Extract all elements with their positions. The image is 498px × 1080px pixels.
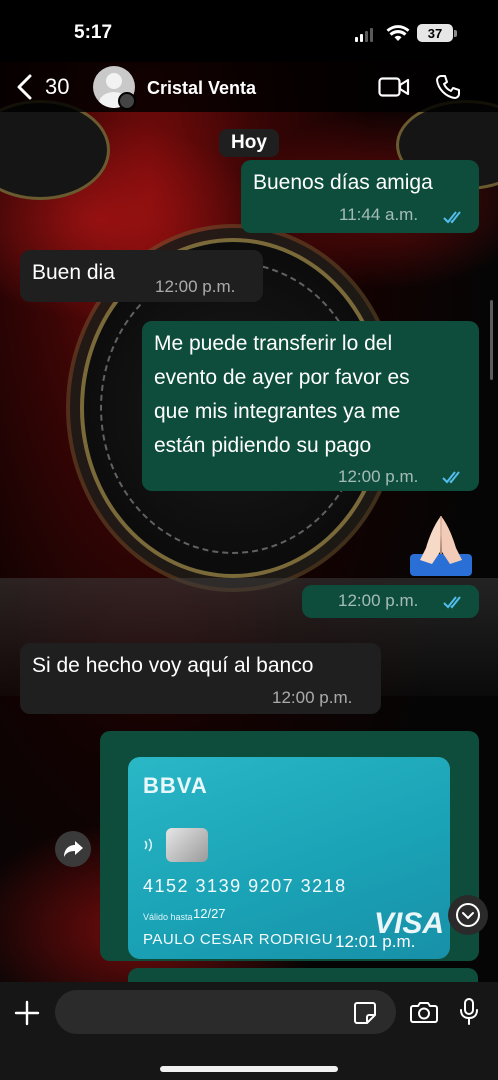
chat-header: 30 Cristal Venta bbox=[0, 62, 498, 112]
message-time: 12:00 p.m. bbox=[338, 467, 419, 486]
read-ticks-icon bbox=[443, 211, 461, 224]
chevron-down-icon bbox=[456, 903, 480, 927]
card-valid-date: 12/27 bbox=[193, 906, 226, 921]
forward-button[interactable] bbox=[55, 831, 91, 867]
card-brand: BBVA bbox=[143, 773, 208, 798]
signal-icon bbox=[355, 28, 373, 42]
wifi-icon bbox=[386, 25, 410, 41]
status-bar: 5:17 37 bbox=[0, 0, 498, 62]
message-text-line: están pidiendo su pago bbox=[154, 434, 372, 457]
mic-icon[interactable] bbox=[459, 998, 479, 1026]
scroll-to-bottom-button[interactable] bbox=[448, 895, 488, 935]
status-badge-icon bbox=[118, 92, 136, 110]
video-icon[interactable] bbox=[378, 76, 410, 98]
card-chip-icon bbox=[166, 828, 208, 862]
praying-hands-emoji[interactable] bbox=[406, 508, 476, 578]
message-time: 12:00 p.m. bbox=[155, 277, 236, 296]
message-bubble-outgoing[interactable]: 12:00 p.m. bbox=[302, 585, 479, 618]
message-time: 11:44 a.m. bbox=[339, 205, 419, 224]
chevron-left-icon[interactable] bbox=[14, 74, 36, 100]
forward-arrow-icon bbox=[64, 841, 83, 857]
message-bubble-incoming[interactable]: Si de hecho voy aquí al banco 12:00 p.m. bbox=[20, 643, 381, 714]
plus-icon[interactable] bbox=[14, 1000, 40, 1026]
read-ticks-icon bbox=[442, 471, 460, 484]
scroll-indicator bbox=[490, 300, 493, 380]
message-text: Buenos días amiga bbox=[253, 171, 433, 194]
card-holder-name: PAULO CESAR RODRIGU bbox=[143, 931, 334, 948]
sticker-icon[interactable] bbox=[352, 1000, 378, 1026]
message-input-bar bbox=[0, 982, 498, 1080]
message-text-line: que mis integrantes ya me bbox=[154, 400, 401, 423]
phone-icon[interactable] bbox=[435, 74, 461, 100]
message-bubble-outgoing[interactable]: Buenos días amiga 11:44 a.m. bbox=[241, 160, 479, 233]
read-ticks-icon bbox=[443, 596, 461, 609]
message-time: 12:01 p.m. bbox=[335, 932, 416, 951]
contactless-icon bbox=[144, 838, 153, 852]
date-chip: Hoy bbox=[219, 129, 279, 157]
contact-name[interactable]: Cristal Venta bbox=[147, 78, 256, 99]
battery-icon: 37 bbox=[417, 24, 453, 42]
message-text-line: Me puede transferir lo del bbox=[154, 332, 393, 355]
message-text: Si de hecho voy aquí al banco bbox=[32, 654, 314, 677]
card-valid-label: Válido hasta bbox=[143, 912, 193, 922]
message-text-line: evento de ayer por favor es bbox=[154, 366, 410, 389]
status-time: 5:17 bbox=[74, 22, 113, 43]
message-input[interactable] bbox=[55, 990, 396, 1034]
back-unread-count[interactable]: 30 bbox=[45, 74, 69, 100]
camera-icon[interactable] bbox=[410, 1000, 438, 1024]
message-time: 12:00 p.m. bbox=[272, 688, 353, 707]
card-number: 4152 3139 9207 3218 bbox=[143, 876, 347, 896]
message-bubble-outgoing[interactable]: Me puede transferir lo del evento de aye… bbox=[142, 321, 479, 491]
message-bubble-incoming[interactable]: Buen dia 12:00 p.m. bbox=[20, 250, 263, 302]
message-time: 12:00 p.m. bbox=[338, 591, 419, 610]
home-indicator bbox=[160, 1066, 338, 1072]
message-text: Buen dia bbox=[32, 261, 115, 284]
